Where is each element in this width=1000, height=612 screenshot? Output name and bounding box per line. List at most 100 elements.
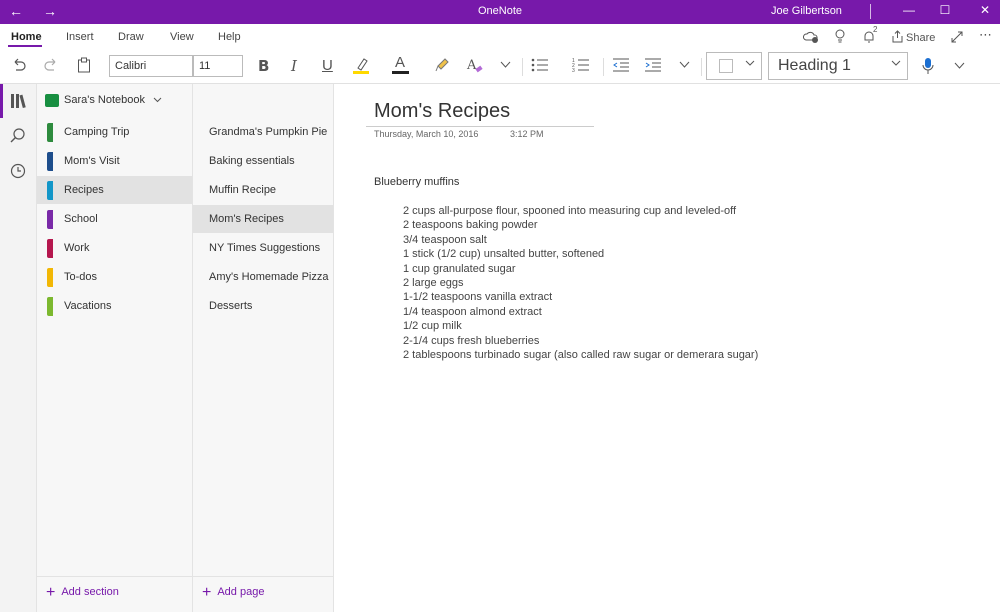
page-item-ny-times-suggestions[interactable]: NY Times Suggestions xyxy=(193,234,333,262)
tab-draw[interactable]: Draw xyxy=(118,31,144,43)
search-icon[interactable] xyxy=(10,128,26,144)
page-title[interactable]: Mom's Recipes xyxy=(374,100,510,123)
section-item-work[interactable]: Work xyxy=(37,234,192,262)
dictate-microphone-icon[interactable] xyxy=(922,57,934,75)
section-color-tab xyxy=(47,181,53,200)
italic-button[interactable]: I xyxy=(291,57,297,75)
page-item-desserts[interactable]: Desserts xyxy=(193,292,333,320)
tag-dropdown[interactable] xyxy=(706,52,762,80)
section-color-tab xyxy=(47,152,53,171)
section-item-todos[interactable]: To-dos xyxy=(37,263,192,291)
page-label: Grandma's Pumpkin Pie xyxy=(209,126,328,138)
section-color-tab xyxy=(47,239,53,258)
page-item-moms-recipes[interactable]: Mom's Recipes xyxy=(193,205,333,233)
navigation-rail xyxy=(0,84,37,612)
page-label: Amy's Homemade Pizza xyxy=(209,271,329,283)
share-button[interactable]: Share xyxy=(906,32,935,44)
undo-icon[interactable] xyxy=(11,58,27,72)
share-icon[interactable] xyxy=(891,30,904,43)
page-canvas[interactable]: Mom's Recipes Thursday, March 10, 2016 3… xyxy=(334,84,1000,612)
list-item[interactable]: 2-1/4 cups fresh blueberries xyxy=(403,334,758,348)
format-painter-icon[interactable] xyxy=(435,56,451,74)
page-item-amys-homemade-pizza[interactable]: Amy's Homemade Pizza xyxy=(193,263,333,291)
add-page-button[interactable]: + Add page xyxy=(202,584,264,602)
list-item[interactable]: 1 stick (1/2 cup) unsalted butter, softe… xyxy=(403,247,758,261)
pages-pane: Grandma's Pumpkin Pie Baking essentials … xyxy=(193,84,334,612)
user-name[interactable]: Joe Gilbertson xyxy=(771,5,842,17)
clipboard-icon[interactable] xyxy=(77,57,91,73)
style-value: Heading 1 xyxy=(778,57,851,74)
close-icon[interactable]: ✕ xyxy=(977,3,993,17)
more-paragraph-chevron-icon[interactable] xyxy=(679,61,690,69)
tab-help[interactable]: Help xyxy=(218,31,241,43)
section-item-vacations[interactable]: Vacations xyxy=(37,292,192,320)
note-heading[interactable]: Blueberry muffins xyxy=(374,176,459,188)
list-item[interactable]: 1 cup granulated sugar xyxy=(403,262,758,276)
numbered-list-icon[interactable]: 123 xyxy=(572,57,590,73)
highlight-icon[interactable] xyxy=(352,56,370,76)
font-color-button[interactable]: A xyxy=(395,54,405,72)
notebooks-icon[interactable] xyxy=(10,93,26,109)
pane-divider xyxy=(193,576,333,577)
chevron-down-icon xyxy=(153,97,162,103)
title-bar: ← → OneNote Joe Gilbertson — ☐ ✕ xyxy=(0,0,1000,24)
page-label: NY Times Suggestions xyxy=(209,242,321,254)
list-item[interactable]: 3/4 teaspoon salt xyxy=(403,233,758,247)
list-item[interactable]: 2 cups all-purpose flour, spooned into m… xyxy=(403,204,758,218)
page-item-baking-essentials[interactable]: Baking essentials xyxy=(193,147,333,175)
style-dropdown[interactable]: Heading 1 xyxy=(768,52,908,80)
minimize-icon[interactable]: — xyxy=(901,3,917,17)
todo-checkbox-icon xyxy=(719,59,733,73)
notebook-selector[interactable]: Sara's Notebook xyxy=(64,94,162,106)
page-item-muffin-recipe[interactable]: Muffin Recipe xyxy=(193,176,333,204)
list-item[interactable]: 2 tablespoons turbinado sugar (also call… xyxy=(403,348,758,362)
clear-formatting-icon[interactable]: A xyxy=(466,56,484,74)
toolbar-divider xyxy=(522,58,523,76)
tab-home[interactable]: Home xyxy=(11,31,42,43)
page-item-grandmas-pumpkin-pie[interactable]: Grandma's Pumpkin Pie xyxy=(193,118,333,146)
bulleted-list-icon[interactable] xyxy=(531,57,549,73)
section-label: School xyxy=(64,213,98,225)
sync-status-icon[interactable] xyxy=(803,30,819,44)
page-date: Thursday, March 10, 2016 xyxy=(374,129,479,139)
section-item-camping-trip[interactable]: Camping Trip xyxy=(37,118,192,146)
font-name-input[interactable]: Calibri xyxy=(109,55,193,77)
section-item-moms-visit[interactable]: Mom's Visit xyxy=(37,147,192,175)
list-item[interactable]: 2 large eggs xyxy=(403,276,758,290)
list-item[interactable]: 1-1/2 teaspoons vanilla extract xyxy=(403,290,758,304)
bold-button[interactable]: B xyxy=(258,57,269,75)
font-color-swatch xyxy=(392,71,409,74)
sections-pane: Sara's Notebook Camping Trip Mom's Visit… xyxy=(37,84,193,612)
underline-button[interactable]: U xyxy=(322,57,333,75)
plus-icon: + xyxy=(202,584,212,601)
recent-notes-clock-icon[interactable] xyxy=(10,163,26,179)
font-size-input[interactable]: 11 xyxy=(193,55,243,77)
ingredient-list[interactable]: 2 cups all-purpose flour, spooned into m… xyxy=(403,204,758,362)
more-options-icon[interactable]: ⋯ xyxy=(979,27,992,43)
add-section-button[interactable]: + Add section xyxy=(46,584,119,602)
more-formatting-chevron-icon[interactable] xyxy=(500,61,511,69)
section-label: Camping Trip xyxy=(64,126,130,138)
more-toolbar-chevron-icon[interactable] xyxy=(954,62,965,70)
pane-divider xyxy=(37,576,192,577)
svg-text:3: 3 xyxy=(572,68,575,73)
add-section-label: Add section xyxy=(61,586,119,598)
expand-icon[interactable] xyxy=(950,30,964,44)
notification-count: 2 xyxy=(873,25,878,34)
section-item-recipes[interactable]: Recipes xyxy=(37,176,192,204)
list-item[interactable]: 2 teaspoons baking powder xyxy=(403,218,758,232)
redo-icon[interactable] xyxy=(43,58,59,72)
list-item[interactable]: 1/2 cup milk xyxy=(403,319,758,333)
title-underline xyxy=(366,126,594,127)
section-label: Mom's Visit xyxy=(64,155,120,167)
tab-view[interactable]: View xyxy=(170,31,194,43)
lightbulb-icon[interactable] xyxy=(834,29,846,44)
toolbar-divider xyxy=(701,58,702,76)
tab-insert[interactable]: Insert xyxy=(66,31,94,43)
list-item[interactable]: 1/4 teaspoon almond extract xyxy=(403,305,758,319)
page-label: Mom's Recipes xyxy=(209,213,284,225)
section-item-school[interactable]: School xyxy=(37,205,192,233)
increase-indent-icon[interactable] xyxy=(644,57,662,73)
maximize-icon[interactable]: ☐ xyxy=(937,3,953,17)
decrease-indent-icon[interactable] xyxy=(612,57,630,73)
